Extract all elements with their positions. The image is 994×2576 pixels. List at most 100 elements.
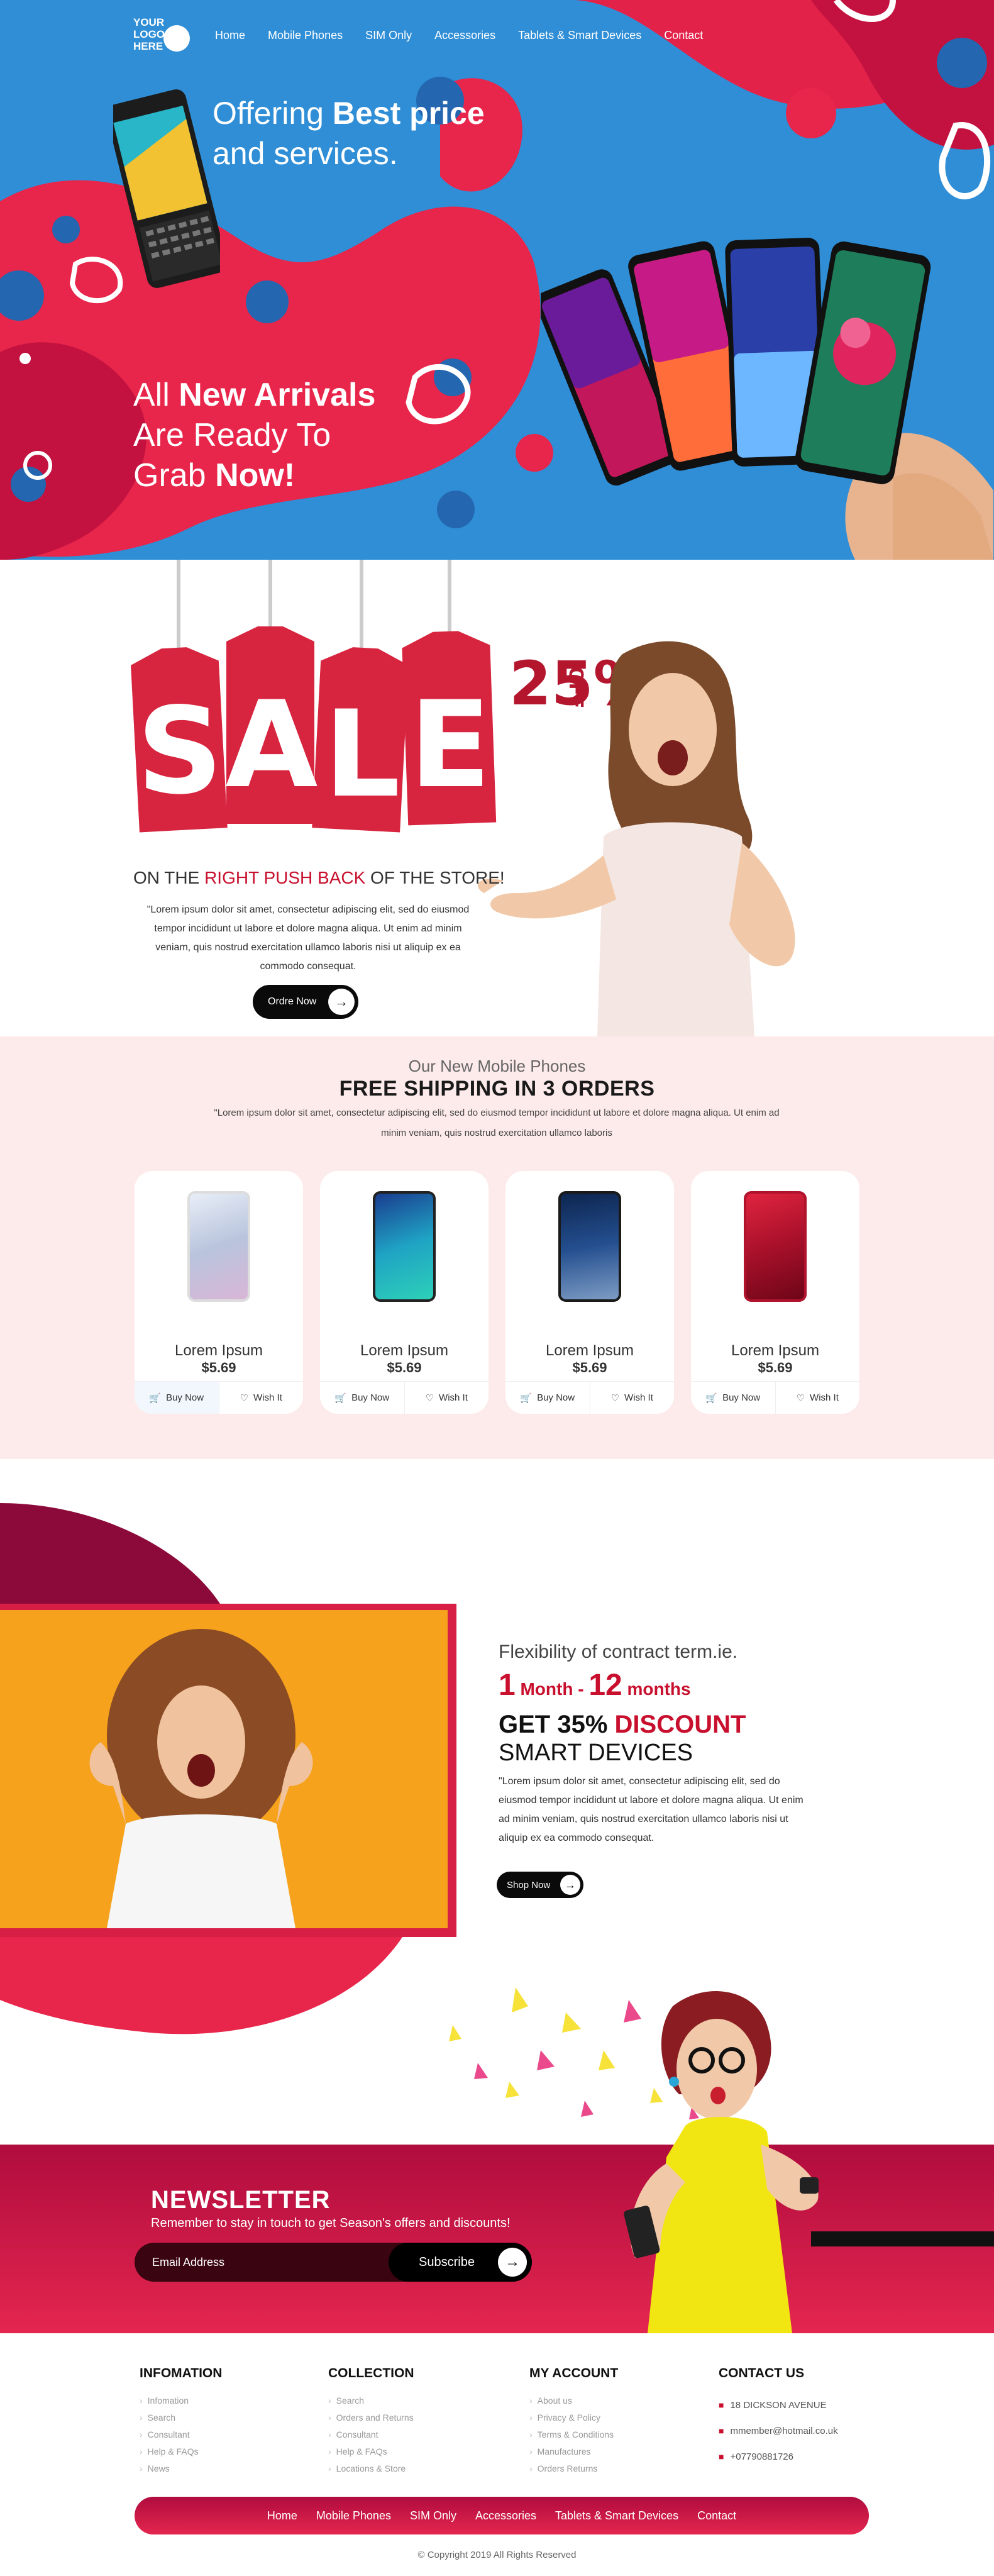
month-b-number: 12 [588, 1668, 622, 1702]
wish-it-label: Wish It [253, 1392, 282, 1403]
blackberry-phone-image [113, 89, 220, 288]
product-actions: 🛒 Buy Now ♡ Wish It [320, 1381, 489, 1414]
buy-now-button[interactable]: 🛒 Buy Now [135, 1382, 219, 1414]
product-actions: 🛒 Buy Now ♡ Wish It [691, 1381, 859, 1414]
wish-it-button[interactable]: ♡ Wish It [589, 1382, 675, 1414]
site-logo[interactable]: YOUR LOGO HERE [133, 16, 196, 60]
nav-sim-only[interactable]: SIM Only [365, 29, 412, 42]
footer-nav-accessories[interactable]: Accessories [475, 2509, 536, 2523]
product-name: Lorem Ipsum [545, 1342, 634, 1359]
footer-link[interactable]: › Search [140, 2409, 222, 2426]
footer-nav-tablets[interactable]: Tablets & Smart Devices [555, 2509, 678, 2523]
contact-email[interactable]: ■ mmember@hotmail.co.uk [719, 2418, 838, 2444]
products-description: "Lorem ipsum dolor sit amet, consectetur… [214, 1108, 780, 1138]
sale-letter-l: L [324, 685, 400, 824]
chevron-right-icon: › [529, 2463, 533, 2473]
footer-link[interactable]: › Infomation [140, 2392, 222, 2409]
product-card[interactable]: Lorem Ipsum $5.69 🛒 Buy Now ♡ Wish It [505, 1171, 674, 1414]
product-name: Lorem Ipsum [174, 1342, 263, 1359]
product-name: Lorem Ipsum [731, 1342, 820, 1359]
nav-home[interactable]: Home [215, 29, 245, 42]
heart-icon: ♡ [425, 1392, 434, 1404]
chevron-right-icon: › [328, 2412, 331, 2423]
footer-link-label: Locations & Store [336, 2463, 406, 2473]
footer-nav-home[interactable]: Home [267, 2509, 297, 2523]
contact-phone[interactable]: ■ +07790881726 [719, 2444, 838, 2470]
footer-link[interactable]: › News [140, 2460, 222, 2477]
product-card[interactable]: Lorem Ipsum $5.69 🛒 Buy Now ♡ Wish It [135, 1171, 303, 1414]
buy-now-button[interactable]: 🛒 Buy Now [320, 1382, 404, 1414]
wish-it-label: Wish It [624, 1392, 653, 1403]
buy-now-label: Buy Now [351, 1392, 390, 1403]
contract-flexibility: Flexibility of contract term.ie. [499, 1641, 738, 1662]
footer-link[interactable]: › Terms & Conditions [529, 2426, 618, 2443]
cart-icon: 🛒 [334, 1392, 347, 1404]
product-price: $5.69 [758, 1360, 793, 1375]
contact-email-label: mmember@hotmail.co.uk [730, 2426, 838, 2436]
cart-icon: 🛒 [520, 1392, 533, 1404]
footer-link-label: Orders Returns [537, 2463, 598, 2473]
footer-column-contact: CONTACT US ■ 18 DICKSON AVENUE ■ mmember@h… [719, 2366, 838, 2470]
wish-it-button[interactable]: ♡ Wish It [775, 1382, 860, 1414]
product-card[interactable]: Lorem Ipsum $5.69 🛒 Buy Now ♡ Wish It [320, 1171, 489, 1414]
product-image [558, 1191, 621, 1302]
nav-tablets[interactable]: Tablets & Smart Devices [518, 29, 641, 42]
footer-link[interactable]: › Privacy & Policy [529, 2409, 618, 2426]
footer-link[interactable]: › Manufactures [529, 2443, 618, 2460]
email-input[interactable] [152, 2243, 378, 2282]
product-actions: 🛒 Buy Now ♡ Wish It [135, 1381, 303, 1414]
footer-nav-mobile-phones[interactable]: Mobile Phones [316, 2509, 391, 2523]
product-price: $5.69 [387, 1360, 422, 1375]
footer-nav-sim-only[interactable]: SIM Only [410, 2509, 456, 2523]
wish-it-label: Wish It [810, 1392, 839, 1403]
footer-link[interactable]: › Help & FAQs [328, 2443, 414, 2460]
footer-link[interactable]: › Consultant [140, 2426, 222, 2443]
products-heading: FREE SHIPPING IN 3 ORDERS [339, 1077, 655, 1101]
buy-now-label: Buy Now [722, 1392, 761, 1403]
contact-phone-label: +07790881726 [730, 2451, 793, 2462]
footer-link[interactable]: › About us [529, 2392, 618, 2409]
copyright-text: © Copyright 2019 All Rights Reserved [417, 2550, 577, 2560]
footer-nav-contact[interactable]: Contact [697, 2509, 736, 2523]
sale-subtitle-red: RIGHT PUSH BACK [204, 868, 366, 887]
arrivals-bold: New Arrivals [179, 377, 376, 413]
nav-contact[interactable]: Contact [664, 29, 703, 42]
sale-section: S A L E 25% OFF ON THE RIGHT PUSH BACK O… [0, 560, 994, 1036]
footer-link[interactable]: › Help & FAQs [140, 2443, 222, 2460]
hero-banner: YOUR LOGO HERE Home Mobile Phones SIM On… [0, 0, 994, 560]
buy-now-button[interactable]: 🛒 Buy Now [505, 1382, 590, 1414]
footer-link[interactable]: › Locations & Store [328, 2460, 414, 2477]
heart-icon: ♡ [240, 1392, 249, 1404]
product-image [744, 1191, 807, 1302]
subscribe-button[interactable]: Subscribe → [389, 2243, 532, 2282]
footer-link[interactable]: › Search [328, 2392, 414, 2409]
product-price: $5.69 [201, 1360, 236, 1375]
footer-link-label: Consultant [147, 2429, 190, 2440]
nav-accessories[interactable]: Accessories [434, 29, 495, 42]
shop-now-button[interactable]: Shop Now → [497, 1872, 583, 1898]
chevron-right-icon: › [328, 2396, 331, 2406]
order-now-button[interactable]: Ordre Now → [253, 985, 358, 1019]
discount-word: DISCOUNT [614, 1711, 746, 1738]
footer-column-collection: COLLECTION › Search › Orders and Returns ›… [328, 2366, 414, 2477]
chevron-right-icon: › [328, 2446, 331, 2457]
newsletter-section: NEWSLETTER Remember to stay in touch to … [0, 1991, 994, 2333]
footer: INFOMATION › Infomation › Search › Consulta… [0, 2333, 994, 2576]
footer-link-label: Consultant [336, 2429, 378, 2440]
product-price: $5.69 [572, 1360, 607, 1375]
footer-link[interactable]: › Orders Returns [529, 2460, 618, 2477]
wish-it-label: Wish It [439, 1392, 468, 1403]
nav-mobile-phones[interactable]: Mobile Phones [268, 29, 343, 42]
arrow-right-icon: → [560, 1875, 580, 1895]
footer-link-label: Infomation [147, 2396, 189, 2406]
product-name: Lorem Ipsum [360, 1342, 449, 1359]
buy-now-button[interactable]: 🛒 Buy Now [691, 1382, 775, 1414]
wish-it-button[interactable]: ♡ Wish It [404, 1382, 489, 1414]
wish-it-button[interactable]: ♡ Wish It [218, 1382, 304, 1414]
heart-icon: ♡ [796, 1392, 805, 1404]
footer-link[interactable]: › Orders and Returns [328, 2409, 414, 2426]
footer-link[interactable]: › Consultant [328, 2426, 414, 2443]
product-card[interactable]: Lorem Ipsum $5.69 🛒 Buy Now ♡ Wish It [691, 1171, 859, 1414]
product-image [187, 1191, 250, 1302]
phone-icon: ■ [719, 2451, 724, 2462]
